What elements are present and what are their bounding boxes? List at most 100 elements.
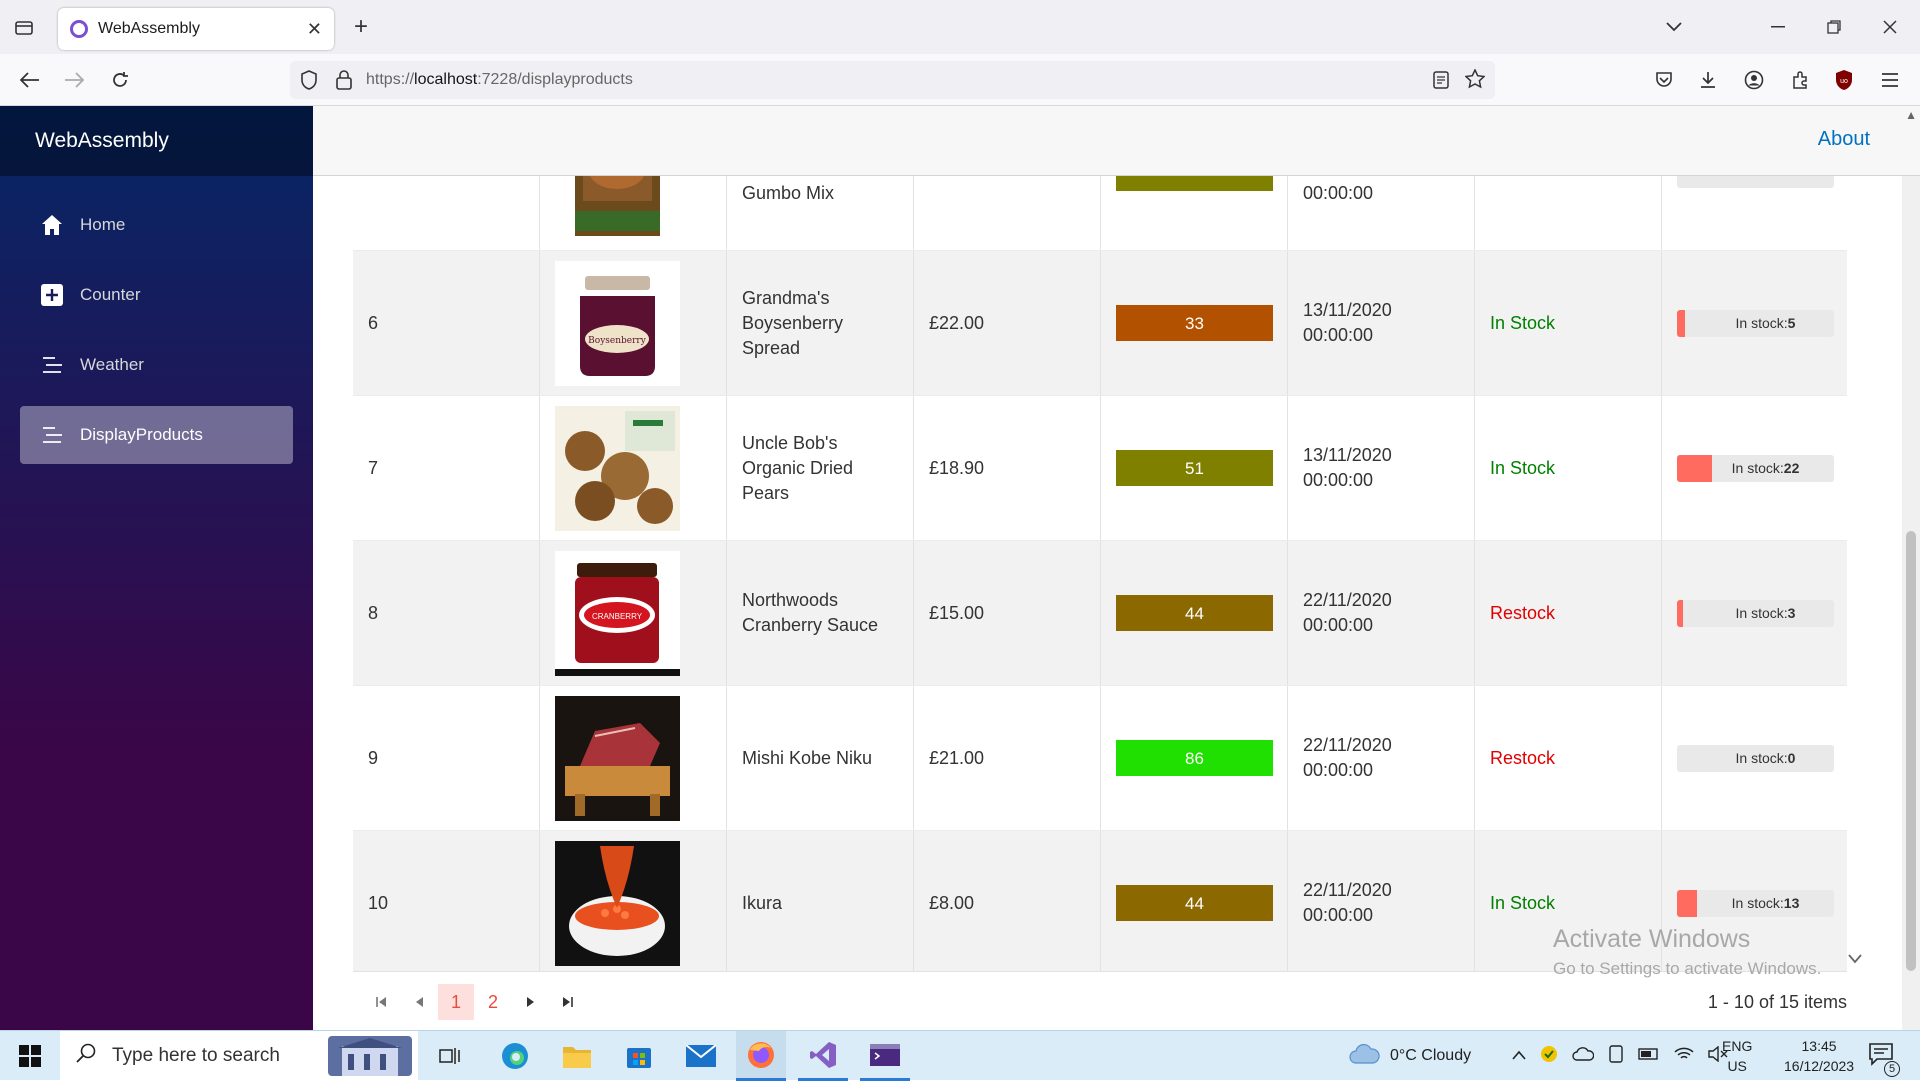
device-icon[interactable] xyxy=(1608,1044,1624,1068)
task-view-icon[interactable] xyxy=(430,1031,470,1081)
cloud-icon xyxy=(1348,1043,1380,1069)
reader-view-icon[interactable] xyxy=(1433,71,1449,94)
product-date: 22/11/2020 xyxy=(1303,880,1392,900)
close-tab-icon[interactable]: ✕ xyxy=(307,19,322,40)
tracking-protection-shield-icon[interactable] xyxy=(300,70,318,95)
onedrive-icon[interactable] xyxy=(1572,1046,1595,1066)
table-row-partial[interactable]: Gumbo Mix 00:00:00 xyxy=(353,176,1847,251)
terminal-icon[interactable] xyxy=(860,1031,910,1081)
page-1-button[interactable]: 1 xyxy=(438,984,474,1020)
firefox-taskbar-icon[interactable] xyxy=(736,1031,786,1081)
account-icon[interactable] xyxy=(1738,64,1770,96)
table-row[interactable]: 9 Mishi Kobe Niku £21.00 86 22/11/2020 00:00:… xyxy=(353,686,1847,831)
cell-image xyxy=(540,176,727,250)
page-2-button[interactable]: 2 xyxy=(475,984,511,1020)
downloads-icon[interactable] xyxy=(1692,64,1724,96)
product-name: Gumbo Mix xyxy=(742,183,835,203)
norton-icon[interactable] xyxy=(1540,1045,1558,1068)
table-row[interactable]: 7 Uncle Bob's Organic Dried Pears £18.90 51 13… xyxy=(353,396,1847,541)
new-tab-icon[interactable]: + xyxy=(345,11,377,43)
extensions-icon[interactable] xyxy=(1784,64,1816,96)
plus-icon xyxy=(40,283,64,307)
taskbar-search-box[interactable]: Type here to search xyxy=(60,1031,418,1081)
cell-status: Restock xyxy=(1475,541,1662,685)
page-scrollbar[interactable]: ▲ xyxy=(1902,108,1920,1030)
grid-scroll-down-icon[interactable] xyxy=(1848,952,1862,967)
clock-date: 16/12/2023 xyxy=(1784,1058,1855,1074)
browser-nav-bar: https://localhost:7228/displayproducts u… xyxy=(0,54,1920,106)
ublock-origin-icon[interactable]: uo xyxy=(1828,64,1860,96)
product-name-line: Spread xyxy=(742,337,801,358)
reload-icon[interactable] xyxy=(104,64,136,96)
product-name-line: Northwoods xyxy=(742,590,839,610)
file-explorer-icon[interactable] xyxy=(552,1031,602,1081)
visual-studio-icon[interactable] xyxy=(798,1031,848,1081)
cell-price: £15.00 xyxy=(914,541,1101,685)
cell-name: Uncle Bob's Organic Dried Pears xyxy=(727,396,914,540)
sidebar: WebAssembly Home Counter Weather Display… xyxy=(0,106,313,1030)
cell-score: 33 xyxy=(1101,251,1288,395)
table-row[interactable]: 8 CRANBERRY Northwoods Cranberry Sauce £15.0… xyxy=(353,541,1847,686)
weather-widget[interactable]: 0°C Cloudy xyxy=(1348,1031,1471,1081)
previous-page-icon[interactable] xyxy=(401,984,437,1020)
stock-meter: In stock:3 xyxy=(1677,599,1834,627)
mail-icon[interactable] xyxy=(676,1031,726,1081)
stock-meter-fill xyxy=(1677,889,1698,917)
about-link[interactable]: About xyxy=(1818,128,1870,151)
wifi-icon[interactable] xyxy=(1674,1046,1694,1067)
nav-item-displayproducts[interactable]: DisplayProducts xyxy=(20,406,293,464)
product-date: 13/11/2020 xyxy=(1303,445,1392,465)
language-bottom: US xyxy=(1727,1058,1747,1074)
lock-icon[interactable] xyxy=(336,70,352,95)
list-icon xyxy=(40,353,64,377)
cell-id: 8 xyxy=(353,541,540,685)
nav-item-home[interactable]: Home xyxy=(20,196,293,254)
language-indicator[interactable]: ENG US xyxy=(1722,1031,1752,1081)
product-price: £8.00 xyxy=(929,892,975,913)
battery-icon[interactable] xyxy=(1638,1047,1660,1065)
minimize-icon[interactable] xyxy=(1762,11,1794,43)
microsoft-store-icon[interactable] xyxy=(614,1031,664,1081)
app-menu-icon[interactable] xyxy=(1874,64,1906,96)
nav-item-counter[interactable]: Counter xyxy=(20,266,293,324)
first-page-icon[interactable] xyxy=(363,984,399,1020)
edge-icon[interactable] xyxy=(490,1031,540,1081)
stock-meter-fill xyxy=(1677,599,1684,627)
stock-label: In stock: xyxy=(1731,459,1784,476)
product-id: 7 xyxy=(368,457,379,478)
pocket-icon[interactable] xyxy=(1648,64,1680,96)
brand-name[interactable]: WebAssembly xyxy=(35,129,169,153)
table-row[interactable]: 6 Boysenberry Grandma's Boysenberry Spread £2… xyxy=(353,251,1847,396)
tab-list-icon[interactable] xyxy=(8,11,40,43)
product-id: 10 xyxy=(368,892,389,913)
forward-icon[interactable] xyxy=(58,64,90,96)
stock-meter: In stock:5 xyxy=(1677,309,1834,337)
bookmark-star-icon[interactable] xyxy=(1464,68,1486,94)
product-name-line: Grandma's xyxy=(742,287,830,308)
stock-meter-fill xyxy=(1677,454,1712,482)
notifications-button[interactable]: 5 xyxy=(1868,1031,1900,1081)
cell-status xyxy=(1475,176,1662,250)
show-hidden-icons-icon[interactable] xyxy=(1512,1047,1526,1065)
notification-icon: 5 xyxy=(1868,1042,1900,1077)
clock[interactable]: 13:45 16/12/2023 xyxy=(1784,1031,1854,1081)
cell-image xyxy=(540,686,727,830)
last-page-icon[interactable] xyxy=(550,984,586,1020)
url-bar[interactable]: https://localhost:7228/displayproducts xyxy=(290,61,1495,99)
windows-start-icon[interactable] xyxy=(0,1031,60,1081)
nav-item-weather[interactable]: Weather xyxy=(20,336,293,394)
browser-tab[interactable]: WebAssembly ✕ xyxy=(58,8,334,50)
restore-icon[interactable] xyxy=(1818,11,1850,43)
product-price: £22.00 xyxy=(929,312,985,333)
stock-label: In stock: xyxy=(1731,894,1784,911)
cell-image xyxy=(540,831,727,975)
product-id: 8 xyxy=(368,602,379,623)
list-all-tabs-icon[interactable] xyxy=(1658,11,1690,43)
scrollbar-thumb[interactable] xyxy=(1906,531,1916,971)
scroll-up-icon[interactable]: ▲ xyxy=(1905,108,1917,122)
top-row: About xyxy=(313,106,1920,176)
back-icon[interactable] xyxy=(14,64,46,96)
next-page-icon[interactable] xyxy=(513,984,549,1020)
product-name-line: Mishi Kobe Niku xyxy=(742,747,873,768)
close-window-icon[interactable] xyxy=(1874,11,1906,43)
